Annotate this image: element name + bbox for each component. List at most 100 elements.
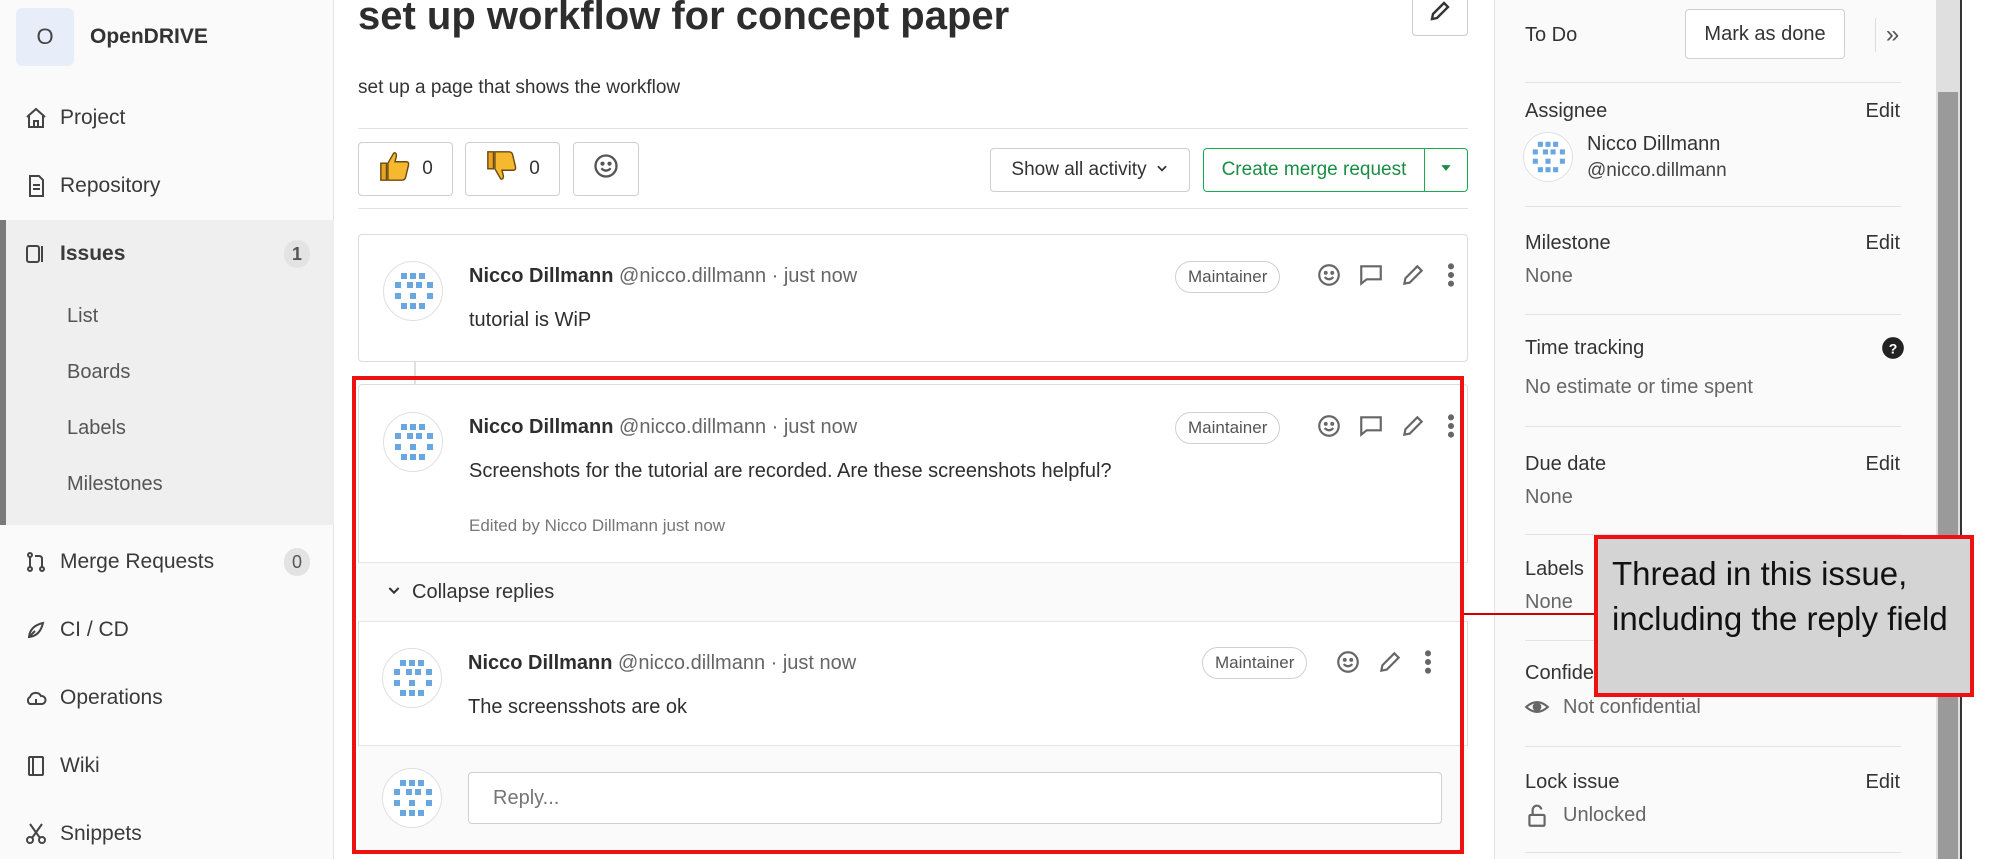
sidebar-item-label: Repository bbox=[60, 174, 161, 197]
sidebar-item-label: Merge Requests bbox=[60, 550, 215, 573]
more-actions-icon[interactable] bbox=[1437, 261, 1465, 289]
author-handle: @nicco.dillmann · just now bbox=[619, 265, 858, 287]
sidebar-subitem-milestones[interactable]: Milestones bbox=[67, 473, 163, 496]
divider bbox=[1525, 746, 1901, 747]
note-body: tutorial is WiP bbox=[469, 309, 592, 331]
issues-icon bbox=[22, 240, 50, 268]
assignee-name[interactable]: Nicco Dillmann bbox=[1587, 133, 1720, 156]
help-icon[interactable]: ? bbox=[1879, 334, 1907, 362]
author-name[interactable]: Nicco Dillmann bbox=[469, 265, 613, 287]
sidebar-item-repository[interactable]: Repository bbox=[0, 164, 334, 208]
assignee-edit-link[interactable]: Edit bbox=[1866, 100, 1900, 123]
thumbs-down-icon bbox=[485, 149, 519, 189]
window-edge bbox=[1960, 0, 2000, 859]
book-icon bbox=[22, 752, 50, 780]
assignee-label: Assignee bbox=[1525, 100, 1608, 122]
reply-comment-icon[interactable] bbox=[1357, 261, 1385, 289]
callout-connector bbox=[1464, 613, 1594, 615]
todo-label: To Do bbox=[1525, 24, 1578, 46]
divider bbox=[1525, 426, 1901, 427]
rocket-icon bbox=[22, 616, 50, 644]
left-sidebar: O OpenDRIVE Project Repository Issues 1 … bbox=[0, 0, 334, 859]
divider bbox=[1525, 852, 1901, 853]
assignee-handle: @nicco.dillmann bbox=[1587, 160, 1727, 181]
due-date-value: None bbox=[1525, 486, 1573, 508]
thumbs-down-button[interactable]: 0 bbox=[465, 142, 560, 196]
labels-label: Labels bbox=[1525, 558, 1584, 580]
svg-text:?: ? bbox=[1889, 340, 1898, 356]
sidebar-item-merge-requests[interactable]: Merge Requests 0 bbox=[0, 540, 334, 584]
role-badge: Maintainer bbox=[1175, 261, 1281, 293]
activity-filter-dropdown[interactable]: Show all activity bbox=[990, 148, 1190, 192]
sidebar-item-operations[interactable]: Operations bbox=[0, 676, 334, 720]
chevron-down-icon bbox=[1155, 159, 1169, 181]
time-tracking-value: No estimate or time spent bbox=[1525, 376, 1753, 398]
merge-requests-count-badge: 0 bbox=[283, 548, 310, 576]
sidebar-item-label: Wiki bbox=[60, 754, 100, 777]
thumbs-up-button[interactable]: 0 bbox=[358, 142, 453, 196]
smiley-icon bbox=[592, 152, 620, 186]
edit-comment-icon[interactable] bbox=[1399, 261, 1427, 289]
labels-value: None bbox=[1525, 591, 1573, 613]
create-merge-request-button[interactable]: Create merge request bbox=[1203, 148, 1425, 192]
sidebar-subitem-list[interactable]: List bbox=[67, 305, 98, 328]
sidebar-item-issues[interactable]: Issues 1 bbox=[0, 232, 334, 276]
project-header[interactable]: O OpenDRIVE bbox=[16, 8, 208, 66]
eye-icon bbox=[1523, 693, 1551, 721]
sidebar-item-snippets[interactable]: Snippets bbox=[0, 812, 334, 856]
confidentiality-value: Not confidential bbox=[1563, 696, 1701, 718]
issue-sidebar: To Do Mark as done » Assignee Edit Nicco… bbox=[1494, 0, 1936, 859]
thread-highlight-box bbox=[352, 376, 1464, 854]
pencil-icon bbox=[1428, 0, 1452, 28]
sidebar-subitem-labels[interactable]: Labels bbox=[67, 417, 126, 440]
add-reaction-button[interactable] bbox=[573, 142, 639, 196]
assignee-avatar[interactable] bbox=[1523, 132, 1573, 182]
due-date-edit-link[interactable]: Edit bbox=[1866, 453, 1900, 476]
lock-issue-label: Lock issue bbox=[1525, 771, 1620, 793]
edit-title-button[interactable] bbox=[1412, 0, 1468, 36]
scrollbar-thumb[interactable] bbox=[1938, 92, 1958, 859]
lock-issue-edit-link[interactable]: Edit bbox=[1866, 771, 1900, 794]
milestone-value: None bbox=[1525, 265, 1573, 287]
issue-title: set up workflow for concept paper bbox=[358, 0, 1010, 38]
activity-filter-label: Show all activity bbox=[1011, 159, 1147, 180]
milestone-label: Milestone bbox=[1525, 232, 1611, 254]
sidebar-item-label: Project bbox=[60, 106, 126, 129]
issue-description: set up a page that shows the workflow bbox=[358, 77, 681, 98]
scissors-icon bbox=[22, 820, 50, 848]
add-reaction-icon[interactable] bbox=[1315, 261, 1343, 289]
issues-count-badge: 1 bbox=[283, 240, 310, 268]
merge-request-icon bbox=[22, 548, 50, 576]
sidebar-item-project[interactable]: Project bbox=[0, 96, 334, 140]
time-tracking-label: Time tracking bbox=[1525, 337, 1645, 359]
divider bbox=[1525, 82, 1901, 83]
note-author[interactable]: Nicco Dillmann @nicco.dillmann · just no… bbox=[469, 265, 857, 288]
avatar[interactable] bbox=[383, 261, 443, 321]
lock-issue-value: Unlocked bbox=[1563, 804, 1647, 826]
project-name: OpenDRIVE bbox=[90, 25, 208, 48]
sidebar-item-label: Issues bbox=[60, 242, 126, 265]
document-icon bbox=[22, 172, 50, 200]
divider bbox=[1525, 206, 1901, 207]
cloud-icon bbox=[22, 684, 50, 712]
milestone-edit-link[interactable]: Edit bbox=[1866, 232, 1900, 255]
sidebar-subitem-boards[interactable]: Boards bbox=[67, 361, 130, 384]
project-avatar: O bbox=[16, 8, 74, 66]
home-icon bbox=[22, 104, 50, 132]
divider bbox=[1525, 314, 1901, 315]
sidebar-item-cicd[interactable]: CI / CD bbox=[0, 608, 334, 652]
mark-as-done-button[interactable]: Mark as done bbox=[1685, 9, 1845, 59]
merge-request-dropdown-toggle[interactable] bbox=[1424, 148, 1468, 192]
thumbs-up-count: 0 bbox=[422, 158, 433, 179]
sidebar-item-label: Operations bbox=[60, 686, 163, 709]
sidebar-item-label: CI / CD bbox=[60, 618, 129, 641]
collapse-sidebar-button[interactable]: » bbox=[1875, 18, 1909, 52]
caret-down-icon bbox=[1439, 161, 1453, 180]
sidebar-item-wiki[interactable]: Wiki bbox=[0, 744, 334, 788]
issues-section: Issues 1 List Boards Labels Milestones bbox=[0, 220, 334, 525]
due-date-label: Due date bbox=[1525, 453, 1607, 475]
annotation-callout: Thread in this issue, including the repl… bbox=[1594, 535, 1974, 697]
unlock-icon bbox=[1523, 802, 1551, 830]
thumbs-down-count: 0 bbox=[529, 158, 540, 179]
sidebar-item-label: Snippets bbox=[60, 822, 142, 845]
